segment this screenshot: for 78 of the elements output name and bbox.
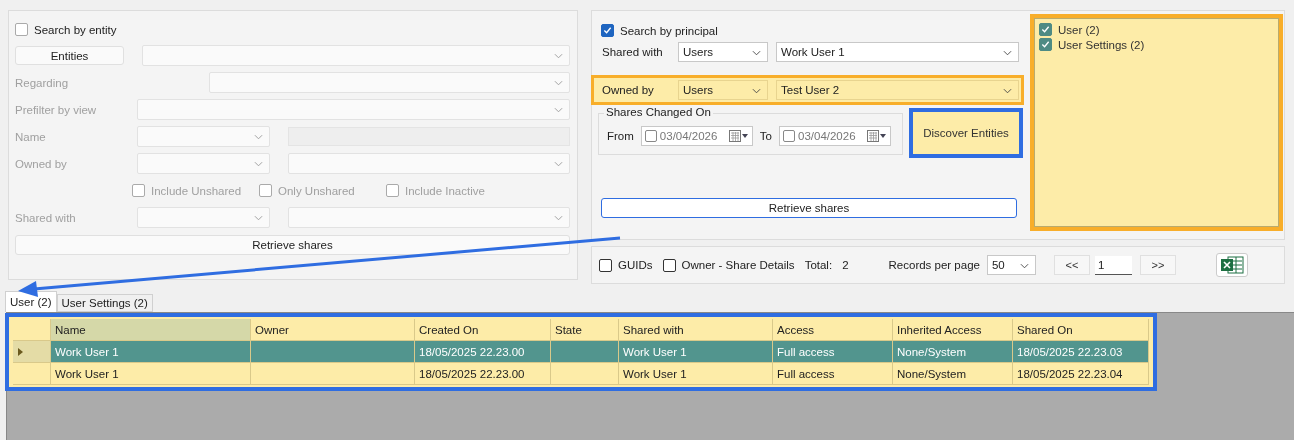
field-label: Owned by [15,157,68,170]
checkbox-label: Search by entity [34,23,117,36]
calendar-icon [867,130,887,142]
chevron-down-icon [554,215,563,221]
checkbox[interactable] [1039,38,1052,51]
table-cell: 18/05/2025 22.23.04 [1013,363,1149,385]
date-picker[interactable]: 03/04/2026 [779,126,891,146]
table-cell: None/System [893,341,1013,363]
table-cell: None/System [893,363,1013,385]
checkbox[interactable] [1039,23,1052,36]
total-label: Total: [804,259,833,271]
checkbox[interactable] [601,24,614,37]
retrieve-shares-button[interactable]: Retrieve shares [601,198,1017,218]
spreadsheet-export-button[interactable] [1215,253,1248,277]
table-cell: Work User 1 [619,341,773,363]
table-cell [551,341,619,363]
type-dropdown[interactable]: Users [678,42,768,62]
spreadsheet-icon [1219,256,1244,274]
discover-entities-button[interactable]: Discover Entities [909,108,1023,158]
row-header[interactable] [13,341,51,363]
checkbox-label: Include Unshared [151,184,242,197]
checkbox-label: Only Unshared [278,184,355,197]
table-cell: Work User 1 [51,341,251,363]
user-dropdown[interactable]: Test User 2 [776,80,1019,100]
date-label: To [759,130,772,142]
checkmark-icon [603,26,612,35]
field-label: Name [15,130,47,143]
chevron-down-icon [554,80,563,86]
checkbox[interactable] [783,130,795,142]
next-page-button[interactable]: >> [1139,255,1176,275]
group-title: Shares Changed On [604,106,713,118]
table-cell: 18/05/2025 22.23.00 [415,341,551,363]
field-label: Regarding [15,76,70,89]
date-picker[interactable]: 03/04/2026 [640,126,753,146]
field-label: Prefilter by view [15,103,98,116]
checkbox[interactable] [662,258,676,272]
tab[interactable]: User (2) [5,291,57,312]
row-header[interactable] [13,363,51,385]
chevron-down-icon [1019,263,1029,269]
table-cell: Full access [773,341,893,363]
chevron-down-icon [254,161,263,167]
page-field[interactable]: 1 [1094,255,1132,275]
table-cell: Full access [773,363,893,385]
table-cell: Work User 1 [619,363,773,385]
chevron-down-icon [752,88,761,94]
table-cell: Work User 1 [51,363,251,385]
checkbox[interactable] [644,130,657,142]
chevron-down-icon [1003,88,1012,94]
field-label: Owned by [602,84,655,96]
user-dropdown[interactable]: Work User 1 [776,42,1019,62]
records-per-page-label: Records per page [888,259,980,271]
chevron-down-icon [554,161,563,167]
list-item[interactable]: User Settings (2) [1058,38,1145,51]
list-item[interactable]: User (2) [1058,23,1100,36]
date-label: From [607,130,634,142]
type-dropdown[interactable]: Users [678,80,768,100]
tab[interactable]: User Settings (2) [56,294,153,312]
checkbox-label: GUIDs [618,259,653,271]
field-label: Shared with [602,46,664,58]
table-cell: 18/05/2025 22.23.00 [415,363,551,385]
chevron-down-icon [1003,50,1012,56]
chevron-down-icon [254,134,263,140]
chevron-down-icon [752,50,761,56]
records-dropdown[interactable]: 50 [986,255,1036,275]
chevron-down-icon [254,215,263,221]
total-count: 2 [842,259,849,271]
field-label: Shared with [15,211,77,224]
calendar-icon [728,130,749,142]
checkbox-label: Owner - Share Details [681,259,795,271]
checkbox[interactable] [599,258,612,272]
previous-page-button[interactable]: << [1053,255,1090,275]
table-cell: 18/05/2025 22.23.03 [1013,341,1149,363]
chevron-down-icon [554,107,563,113]
table-cell [551,363,619,385]
checkbox-label: Include Inactive [405,184,485,197]
chevron-down-icon [554,53,563,59]
checkbox-label: Search by principal [620,24,718,37]
column-header[interactable]: Name [51,319,251,341]
